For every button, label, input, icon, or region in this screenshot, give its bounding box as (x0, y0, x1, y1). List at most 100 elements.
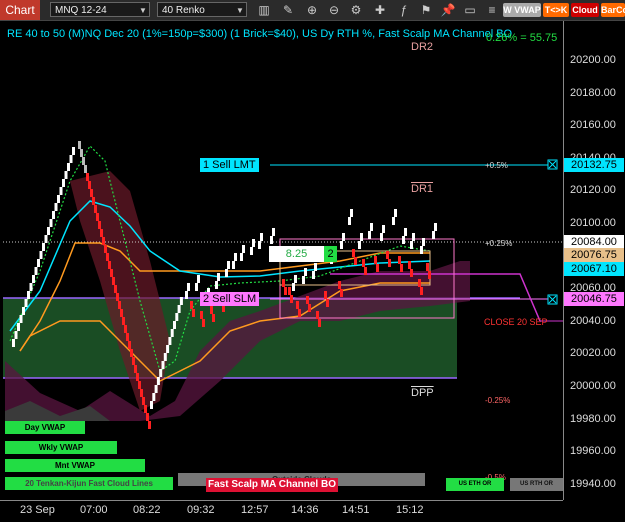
cloud-button[interactable]: Cloud (571, 3, 599, 17)
draw-line-icon[interactable]: ✎ (280, 2, 296, 18)
renko-brick (340, 241, 343, 249)
price-axis-label: 20180.00 (570, 86, 616, 99)
renko-brick (64, 171, 68, 179)
renko-brick (52, 211, 55, 219)
renko-brick (62, 179, 65, 187)
chevron-down-icon: ▼ (236, 6, 244, 15)
renko-brick (200, 311, 203, 319)
renko-brick (148, 421, 151, 429)
strategy-icon[interactable]: ⚑ (418, 2, 434, 18)
renko-brick (380, 233, 383, 241)
renko-brick (338, 281, 341, 289)
zoom-out-icon[interactable]: ⊖ (326, 2, 342, 18)
renko-brick (29, 283, 33, 291)
renko-brick (398, 256, 401, 264)
sell-slm-order[interactable]: 2 Sell SLM (200, 292, 260, 306)
renko-brick (412, 233, 415, 241)
renko-brick (402, 236, 405, 244)
renko-brick (420, 246, 423, 254)
renko-brick (100, 229, 103, 237)
chart-plot-area[interactable]: RE 40 to 50 (M)NQ Dec 20 (1%=150p=$300) … (0, 21, 563, 500)
renko-brick (114, 285, 117, 293)
renko-brick (282, 279, 285, 287)
price-axis[interactable]: 20200.0020180.0020160.0020140.0020120.00… (563, 21, 625, 500)
renko-brick (90, 189, 93, 197)
time-axis-label: 09:32 (187, 504, 215, 516)
renko-brick (98, 221, 101, 229)
renko-brick (80, 149, 83, 157)
time-axis-label: 08:22 (133, 504, 161, 516)
zoom-in-icon[interactable]: ⊕ (304, 2, 320, 18)
renko-brick (252, 239, 255, 247)
renko-brick (17, 323, 20, 331)
price-axis-label: 20000.00 (570, 380, 616, 392)
position-qty[interactable]: 2 (324, 246, 337, 262)
renko-brick (272, 228, 275, 236)
renko-brick (118, 301, 121, 309)
renko-brick (120, 309, 123, 317)
renko-brick (382, 225, 385, 233)
renko-brick (67, 163, 70, 171)
crosshair-icon[interactable]: ✚ (372, 2, 388, 18)
renko-brick (340, 289, 343, 297)
time-axis[interactable]: 23 Sep 07:00 08:22 09:32 12:57 14:36 14:51 15:1… (0, 500, 563, 522)
time-axis-label: 12:57 (241, 504, 269, 516)
renko-brick (420, 287, 423, 295)
price-axis-label: 20020.00 (570, 347, 616, 360)
renko-brick (24, 299, 28, 307)
tk-button[interactable]: T<>K (543, 3, 569, 17)
renko-brick (86, 173, 89, 181)
chart-tab[interactable]: Chart (0, 0, 40, 20)
renko-brick (197, 275, 200, 283)
indicators-icon[interactable]: ƒ (396, 2, 412, 18)
renko-brick (434, 223, 437, 231)
renko-brick (350, 209, 353, 217)
renko-brick (312, 271, 315, 279)
price-axis-label: 20200.00 (570, 54, 616, 66)
renko-brick (185, 291, 188, 299)
renko-brick (96, 213, 99, 221)
position-price[interactable]: 8.25 (269, 246, 324, 262)
instrument-selector[interactable]: MNQ 12-24 ▼ (50, 2, 150, 17)
renko-brick (404, 228, 407, 236)
renko-brick (102, 237, 105, 245)
renko-brick (324, 291, 327, 299)
renko-brick (298, 309, 301, 317)
renko-brick (258, 241, 261, 249)
dr1-label: DR1 (411, 183, 434, 195)
properties-icon[interactable]: ⚙ (348, 2, 364, 18)
price-tag-text: 20046.75 (571, 293, 617, 305)
renko-brick (173, 321, 176, 329)
renko-brick (370, 223, 373, 231)
renko-brick (432, 231, 435, 239)
renko-brick (78, 141, 81, 149)
rectangle-icon[interactable]: ▭ (462, 2, 478, 18)
bar-chart-icon[interactable]: ▥ (256, 2, 272, 18)
renko-brick (360, 233, 363, 241)
renko-brick (27, 291, 30, 299)
pin-icon[interactable]: 📌 (440, 2, 456, 18)
renko-brick (376, 264, 379, 272)
dr2-label: DR2 (411, 41, 434, 53)
renko-brick (140, 389, 143, 397)
bar-type-selector[interactable]: 40 Renko ▼ (157, 2, 247, 17)
price-tag-text: 20084.00 (571, 236, 617, 248)
time-axis-label: 14:51 (342, 504, 370, 516)
renko-brick (146, 413, 149, 421)
w-vwap-button[interactable]: W VWAP (503, 3, 541, 17)
renko-brick (108, 261, 111, 269)
renko-brick (88, 181, 91, 189)
renko-brick (179, 297, 183, 305)
chart-title: RE 40 to 50 (M)NQ Dec 20 (1%=150p=$300) … (7, 28, 513, 40)
renko-brick (12, 339, 15, 347)
dpp-label: DPP (411, 387, 434, 399)
close-label: CLOSE 20 SEP (484, 317, 548, 327)
day-vwap-legend: Day VWAP (5, 421, 85, 434)
renko-brick (161, 361, 165, 369)
sell-lmt-order[interactable]: 1 Sell LMT (200, 158, 259, 172)
menu-icon[interactable]: ≡ (484, 2, 500, 18)
renko-brick (270, 236, 273, 244)
price-axis-label: 20120.00 (570, 184, 616, 197)
barco-button[interactable]: BarCo (601, 3, 625, 17)
renko-brick (124, 325, 127, 333)
